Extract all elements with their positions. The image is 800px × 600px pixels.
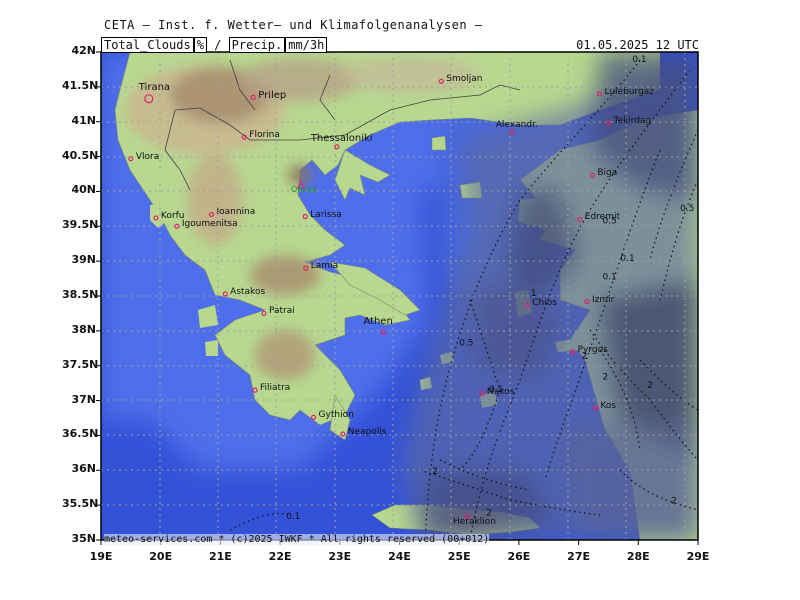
lat-label: 38.5N bbox=[62, 288, 99, 301]
valid-time: 01.05.2025 12 UTC bbox=[576, 38, 699, 52]
lat-label: 36.5N bbox=[62, 427, 99, 441]
lat-label: 37.5N bbox=[62, 357, 99, 371]
zakynthos bbox=[205, 340, 218, 356]
lat-label: 35N bbox=[71, 532, 96, 545]
contour-label: 2 bbox=[602, 373, 608, 383]
city-label: Izmir bbox=[591, 294, 615, 305]
field-separator: / bbox=[214, 38, 222, 52]
lat-label: 40N bbox=[71, 183, 96, 197]
contour-label: 0.5 bbox=[680, 204, 694, 214]
header-title: CETA — Inst. f. Wetter— und Klimafolgena… bbox=[104, 18, 483, 32]
contour-label: 0.1 bbox=[602, 272, 616, 282]
field2-label: Precip. bbox=[228, 37, 286, 53]
contour-label: 0.1 bbox=[286, 512, 300, 522]
contour-label: 0.5 bbox=[459, 338, 473, 348]
lon-label: 21E bbox=[208, 550, 232, 563]
city-label: Igoumenitsa bbox=[181, 219, 238, 230]
city-label: Olymp bbox=[290, 184, 318, 194]
map-canvas: 0.10.50.50.10.10.50.512222220.1 bbox=[96, 51, 699, 545]
city-label: Tirana bbox=[138, 81, 171, 93]
city-label: Vlora bbox=[135, 151, 160, 162]
city-label: Smoljan bbox=[446, 74, 483, 85]
city-label: Biga bbox=[597, 168, 618, 179]
city-label: Neapolis bbox=[347, 427, 387, 438]
city-label: Gythion bbox=[318, 410, 354, 421]
city-label: Thessaloniki bbox=[310, 132, 373, 144]
lat-label: 42N bbox=[71, 44, 96, 57]
lon-label: 29E bbox=[686, 550, 710, 563]
lat-label: 40.5N bbox=[62, 148, 99, 162]
city-label: Florina bbox=[249, 130, 280, 141]
lon-label: 28E bbox=[626, 550, 650, 563]
city-label: Kos bbox=[600, 401, 616, 412]
lon-label: 22E bbox=[268, 550, 292, 563]
lat-label: 37N bbox=[71, 392, 96, 406]
contour-label: 2 bbox=[432, 467, 438, 477]
lat-label: 39N bbox=[71, 253, 96, 267]
lon-label: 24E bbox=[388, 550, 411, 563]
lon-label: 19E bbox=[89, 550, 113, 563]
lon-label: 25E bbox=[447, 550, 471, 563]
city-label: Edremit bbox=[584, 212, 621, 223]
lon-label: 27E bbox=[567, 550, 590, 563]
city-label: Chios bbox=[532, 298, 557, 309]
contour-label: 0.1 bbox=[620, 254, 634, 264]
lat-label: 41N bbox=[71, 113, 96, 127]
lat-label: 38N bbox=[71, 322, 96, 336]
thasos bbox=[431, 135, 447, 151]
city-label: Tekirdag bbox=[613, 116, 652, 127]
city-label: Ioannina bbox=[216, 207, 256, 218]
lat-label: 35.5N bbox=[62, 497, 99, 511]
lon-label: 20E bbox=[149, 550, 173, 563]
city-label: Prilep bbox=[258, 90, 287, 102]
city-label: Naxos bbox=[486, 386, 515, 397]
city-label: Lamia bbox=[310, 261, 339, 272]
copyright-footer: meteo-services.com * (c)2025 IWKF * All … bbox=[104, 534, 490, 545]
field-label-row: Total_Clouds% / Precip. mm/3h bbox=[101, 37, 328, 53]
city-label: Astakos bbox=[230, 286, 266, 297]
lon-label: 26E bbox=[507, 550, 531, 563]
city-label: Larissa bbox=[310, 209, 342, 220]
city-label: Patrai bbox=[268, 306, 295, 317]
city-label: Luleburgaz bbox=[604, 86, 654, 97]
contour-label: 2 bbox=[671, 497, 677, 507]
lon-label: 23E bbox=[328, 550, 352, 563]
field1-label: Total_Clouds bbox=[101, 37, 194, 53]
city-label: Heraklion bbox=[452, 517, 496, 528]
contour-label: 2 bbox=[647, 381, 653, 391]
lat-label: 41.5N bbox=[62, 78, 99, 92]
field1-unit: % bbox=[193, 37, 207, 53]
city-label: Pyrgos bbox=[577, 344, 608, 355]
city-label: Filiatra bbox=[260, 383, 291, 394]
lat-label: 39.5N bbox=[62, 218, 99, 232]
contour-label: 0.1 bbox=[632, 55, 646, 65]
lat-label: 36N bbox=[71, 462, 96, 476]
field2-unit: mm/3h bbox=[285, 37, 328, 53]
city-label: Alexandr. bbox=[495, 120, 538, 131]
city-label: Athen bbox=[363, 316, 393, 328]
